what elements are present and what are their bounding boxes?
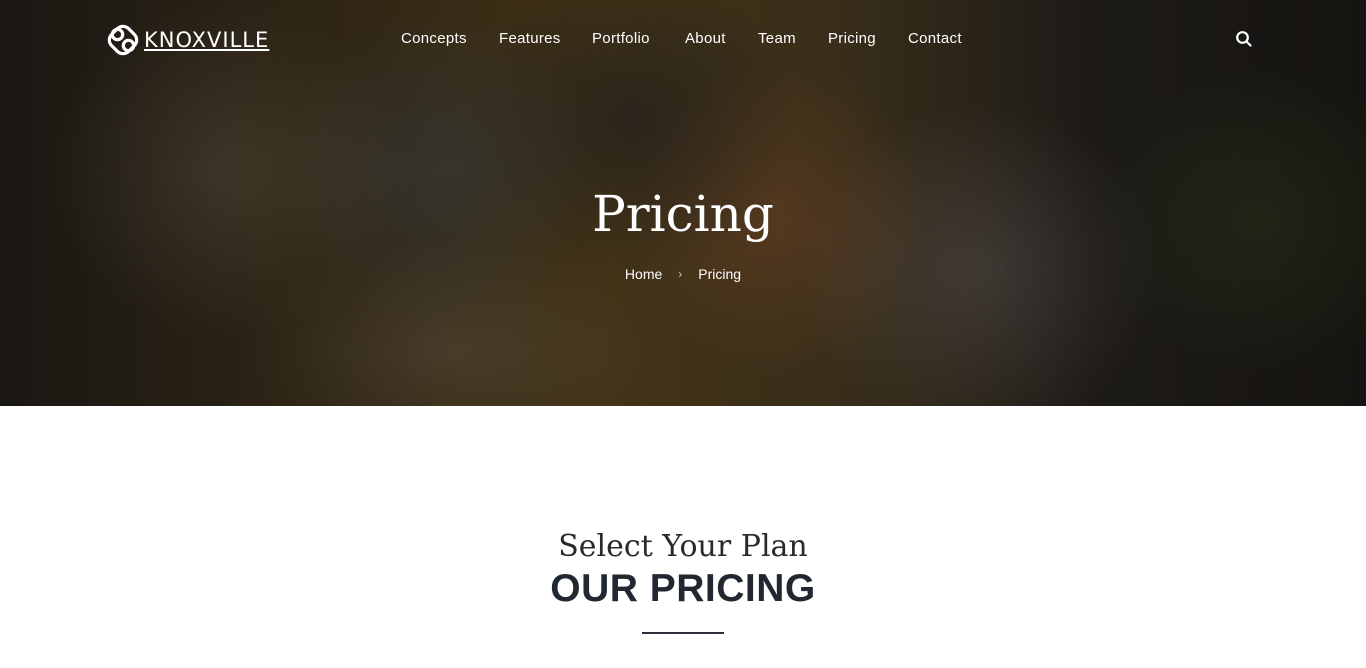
section-subheading: Select Your Plan	[558, 529, 808, 564]
menu-item-features: Features	[499, 29, 592, 49]
menu-link-features[interactable]: Features	[499, 29, 592, 49]
section-heading: OUR PRICING	[550, 567, 816, 610]
menu-item-concepts: Concepts	[401, 29, 499, 49]
menu-link-pricing[interactable]: Pricing	[828, 29, 908, 49]
main-menu: Concepts Features Portfolio About Team P…	[401, 29, 978, 49]
menu-link-team[interactable]: Team	[758, 29, 828, 49]
breadcrumb: Home › Pricing	[0, 266, 1366, 282]
hero-banner: KNOXVILLE Concepts Features Portfolio Ab…	[0, 0, 1366, 406]
breadcrumb-separator-icon: ›	[678, 267, 683, 281]
menu-item-pricing: Pricing	[828, 29, 908, 49]
breadcrumb-current: Pricing	[698, 266, 742, 282]
menu-link-portfolio[interactable]: Portfolio	[592, 29, 685, 49]
menu-item-about: About	[685, 29, 758, 49]
brand-logo[interactable]: KNOXVILLE	[106, 23, 269, 57]
page-title: Pricing	[592, 185, 774, 243]
menu-link-about[interactable]: About	[685, 29, 758, 49]
logo-mark-icon	[106, 23, 140, 57]
search-button[interactable]	[1235, 30, 1253, 48]
top-navigation: KNOXVILLE Concepts Features Portfolio Ab…	[0, 0, 1366, 78]
menu-item-portfolio: Portfolio	[592, 29, 685, 49]
brand-name: KNOXVILLE	[144, 28, 270, 52]
pricing-section: Select Your Plan OUR PRICING	[0, 406, 1366, 668]
search-icon	[1235, 30, 1253, 48]
menu-link-contact[interactable]: Contact	[908, 29, 978, 49]
menu-item-team: Team	[758, 29, 828, 49]
breadcrumb-home-link[interactable]: Home	[625, 266, 662, 282]
heading-divider	[642, 632, 724, 634]
menu-item-contact: Contact	[908, 29, 978, 49]
menu-link-concepts[interactable]: Concepts	[401, 29, 499, 49]
